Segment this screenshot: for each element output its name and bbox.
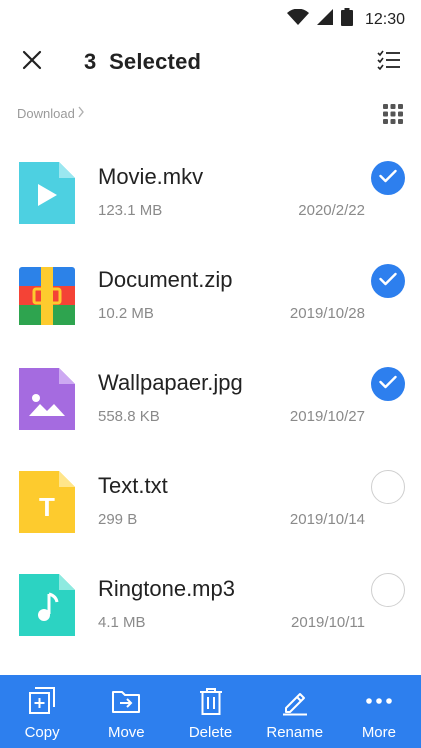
wifi-icon xyxy=(286,8,309,30)
more-label: More xyxy=(361,724,396,741)
file-size: 123.1 MB xyxy=(98,202,163,219)
file-date: 2020/2/22 xyxy=(298,202,365,219)
file-name: Movie.mkv xyxy=(98,164,204,189)
list-item[interactable]: Ringtone.mp3 4.1 MB 2019/10/11 xyxy=(0,560,421,663)
svg-text:T: T xyxy=(39,492,55,522)
rename-button[interactable]: Rename xyxy=(253,675,337,748)
file-date: 2019/10/27 xyxy=(289,408,365,425)
status-icons: 12:30 xyxy=(286,8,405,31)
close-icon xyxy=(22,50,42,75)
more-icon xyxy=(363,685,395,717)
selected-label: Selected xyxy=(109,49,202,74)
rename-label: Rename xyxy=(266,724,324,741)
chevron-right-icon xyxy=(77,106,85,121)
check-icon xyxy=(379,169,397,188)
select-checkbox[interactable] xyxy=(371,264,405,298)
file-size: 10.2 MB xyxy=(98,305,154,322)
file-name: Wallpapaer.jpg xyxy=(98,370,243,395)
text-file-icon: T xyxy=(19,471,75,533)
app-bar: 3 Selected xyxy=(0,36,421,88)
file-date: 2019/10/11 xyxy=(291,614,365,631)
breadcrumb-row: Download xyxy=(0,100,421,132)
selected-count: 3 xyxy=(84,49,97,74)
page-title: 3 Selected xyxy=(84,49,201,75)
grid-view-button[interactable] xyxy=(379,102,407,130)
rename-icon xyxy=(279,685,311,717)
file-size: 4.1 MB xyxy=(98,614,146,631)
delete-button[interactable]: Delete xyxy=(168,675,252,748)
file-size: 558.8 KB xyxy=(98,408,160,425)
move-icon xyxy=(110,685,142,717)
delete-icon xyxy=(195,685,227,717)
video-file-icon xyxy=(19,162,75,224)
select-checkbox[interactable] xyxy=(371,367,405,401)
battery-icon xyxy=(340,8,353,31)
list-item[interactable]: Document.zip 10.2 MB 2019/10/28 xyxy=(0,251,421,354)
file-name: Text.txt xyxy=(98,473,168,498)
audio-file-icon xyxy=(19,574,75,636)
move-label: Move xyxy=(107,724,145,741)
close-button[interactable] xyxy=(14,44,50,80)
breadcrumb[interactable]: Download xyxy=(17,106,85,121)
select-all-button[interactable] xyxy=(371,44,407,80)
cell-signal-icon xyxy=(316,9,333,30)
grid-icon xyxy=(383,103,403,129)
status-bar: 12:30 xyxy=(0,0,421,36)
file-date: 2019/10/28 xyxy=(289,305,365,322)
file-list: Movie.mkv 123.1 MB 2020/2/22 Document.zi… xyxy=(0,148,421,663)
select-checkbox[interactable] xyxy=(371,573,405,607)
file-name: Document.zip xyxy=(98,267,233,292)
check-icon xyxy=(379,272,397,291)
image-file-icon xyxy=(19,368,75,430)
file-date: 2019/10/14 xyxy=(289,511,365,528)
checklist-icon xyxy=(377,50,401,75)
copy-label: Copy xyxy=(24,724,60,741)
more-button[interactable]: More xyxy=(337,675,421,748)
check-icon xyxy=(379,375,397,394)
action-bar: Copy Move Delete Rename More xyxy=(0,675,421,748)
list-item[interactable]: Wallpapaer.jpg 558.8 KB 2019/10/27 xyxy=(0,354,421,457)
file-size: 299 B xyxy=(98,511,138,528)
list-item[interactable]: T Text.txt 299 B 2019/10/14 xyxy=(0,457,421,560)
copy-icon xyxy=(26,685,58,717)
archive-file-icon xyxy=(19,265,75,327)
status-time: 12:30 xyxy=(364,10,405,28)
select-checkbox[interactable] xyxy=(371,161,405,195)
select-checkbox[interactable] xyxy=(371,470,405,504)
breadcrumb-folder: Download xyxy=(17,106,75,121)
list-item[interactable]: Movie.mkv 123.1 MB 2020/2/22 xyxy=(0,148,421,251)
delete-label: Delete xyxy=(188,724,233,741)
file-name: Ringtone.mp3 xyxy=(98,576,235,601)
move-button[interactable]: Move xyxy=(84,675,168,748)
copy-button[interactable]: Copy xyxy=(0,675,84,748)
